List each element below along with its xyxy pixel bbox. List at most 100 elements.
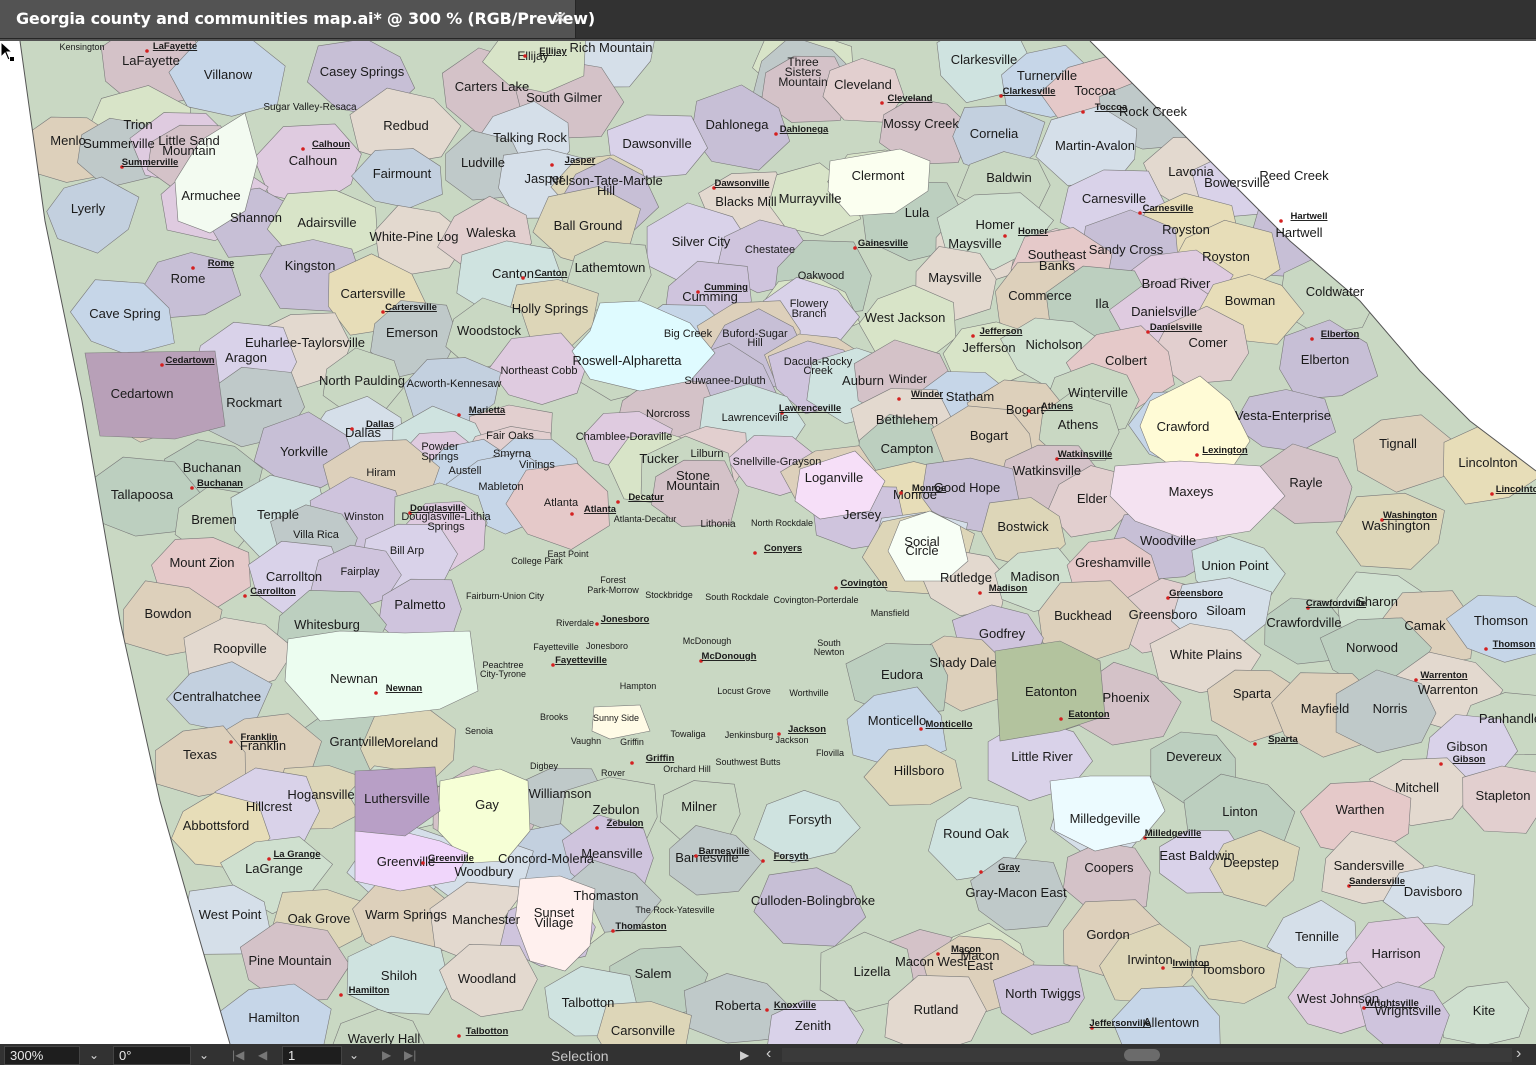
map-label: Buckhead	[1054, 608, 1112, 623]
map-label: Winterville	[1068, 385, 1128, 400]
map-label: Acworth-Kennesaw	[407, 378, 502, 390]
artboard-dropdown-icon[interactable]: ⌄	[343, 1046, 365, 1065]
zoom-field[interactable]: 300%	[4, 1046, 80, 1065]
next-artboard-icon[interactable]: ▶	[382, 1046, 391, 1065]
map-label: Carters Lake	[455, 79, 529, 94]
map-label: Roswell-Alpharetta	[572, 353, 682, 368]
map-label: Baldwin	[986, 170, 1032, 185]
map-label: Atlanta	[544, 497, 579, 509]
zoom-dropdown-icon[interactable]: ⌄	[83, 1046, 105, 1065]
city-label: Gray	[998, 862, 1020, 873]
map-label: Jersey	[843, 507, 882, 522]
city-dot	[145, 49, 149, 53]
map-label: Kensington	[59, 42, 104, 52]
map-label: Mayfield	[1301, 701, 1349, 716]
map-label: Rock Creek	[1119, 104, 1187, 119]
first-artboard-icon[interactable]: |◀	[232, 1046, 244, 1065]
map-label: Jackson	[775, 735, 808, 745]
map-label: White-Pine Log	[370, 229, 459, 244]
map-label: Roberta	[715, 998, 762, 1013]
selection-cursor-icon	[0, 41, 14, 61]
city-dot	[753, 551, 757, 555]
map-label: Jonesboro	[586, 641, 628, 651]
map-label: Vesta-Enterprise	[1235, 408, 1331, 423]
map-label: Aragon	[225, 350, 267, 365]
city-label: Homer	[1018, 226, 1048, 237]
map-label: Royston	[1202, 249, 1250, 264]
scroll-left-icon[interactable]: ‹	[766, 1044, 771, 1063]
map-label: Newnan	[330, 671, 378, 686]
city-dot	[1484, 647, 1488, 651]
city-dot	[616, 500, 620, 504]
map-label: Mansfield	[871, 608, 910, 618]
city-label: Toccoa	[1095, 102, 1128, 113]
city-dot	[1161, 966, 1165, 970]
map-label: Thomaston	[573, 888, 638, 903]
map-label: Senoia	[465, 726, 493, 736]
city-dot	[550, 163, 554, 167]
map-label: Rover	[601, 768, 625, 778]
rotation-field[interactable]: 0°	[113, 1046, 191, 1065]
city-dot	[611, 929, 615, 933]
map-label: Park-Morrow	[587, 585, 639, 595]
map-label: Norris	[1373, 701, 1408, 716]
georgia-map[interactable]: Kensington LaFayette Villanow Casey Springs…	[0, 41, 1536, 1044]
map-label: Southwest Butts	[715, 757, 781, 767]
city-dot	[777, 732, 781, 736]
map-label: Newton	[814, 647, 845, 657]
map-label: Villanow	[204, 67, 253, 82]
map-label: Williamson	[529, 786, 592, 801]
city-dot	[853, 246, 857, 250]
map-label: Culloden-Bolingbroke	[751, 893, 875, 908]
map-label: Hill	[747, 337, 762, 349]
city-dot	[834, 586, 838, 590]
rotation-dropdown-icon[interactable]: ⌄	[193, 1046, 215, 1065]
city-label: Cleveland	[888, 93, 933, 104]
map-label: Orchard Hill	[663, 764, 711, 774]
document-tab[interactable]: Georgia county and communities map.ai* @…	[0, 0, 595, 38]
artboard-canvas[interactable]: Kensington LaFayette Villanow Casey Springs…	[0, 41, 1536, 1044]
map-label: Woodstock	[457, 323, 522, 338]
map-label: Bogart	[970, 428, 1009, 443]
map-label: Sandy Cross	[1089, 242, 1164, 257]
last-artboard-icon[interactable]: ▶|	[404, 1046, 416, 1065]
city-label: Jackson	[788, 724, 826, 735]
previous-artboard-icon[interactable]: ◀	[258, 1046, 267, 1065]
map-label: Ila	[1095, 296, 1110, 311]
city-label: Jonesboro	[601, 614, 650, 625]
city-dot	[523, 54, 527, 58]
map-label: Warthen	[1336, 802, 1385, 817]
map-label: Sugar Valley-Resaca	[263, 102, 357, 113]
map-label: Worthville	[789, 688, 828, 698]
city-label: Sparta	[1268, 734, 1298, 745]
city-label: Thomaston	[615, 921, 666, 932]
map-label: Euharlee-Taylorsville	[245, 335, 365, 350]
map-label: Bowman	[1225, 293, 1276, 308]
map-label: Auburn	[842, 373, 884, 388]
city-dot	[897, 397, 901, 401]
map-label: Springs	[427, 521, 465, 533]
map-label: Union Point	[1201, 558, 1269, 573]
map-label: Bogart	[1006, 402, 1045, 417]
map-label: Chamblee-Doraville	[576, 431, 673, 443]
map-label: Locust Grove	[717, 686, 771, 696]
map-label: Elberton	[1301, 352, 1349, 367]
map-label: Bremen	[191, 512, 237, 527]
close-tab-icon[interactable]: ✕	[551, 8, 569, 29]
city-dot	[1253, 742, 1257, 746]
map-label: Coldwater	[1306, 284, 1365, 299]
city-label: Jefferson	[980, 326, 1023, 337]
city-dot	[457, 413, 461, 417]
city-label: Fayetteville	[555, 655, 607, 666]
map-label: Salem	[635, 966, 672, 981]
horizontal-scrollbar-thumb[interactable]	[1124, 1049, 1160, 1061]
city-dot	[1414, 678, 1418, 682]
map-label: Oak Grove	[288, 911, 351, 926]
city-label: Jasper	[565, 155, 596, 166]
city-label: Dawsonville	[715, 178, 770, 189]
artboard-number-field[interactable]: 1	[282, 1046, 342, 1065]
scroll-right-icon[interactable]: ›	[1516, 1044, 1521, 1063]
map-label: Waverly Hall	[348, 1031, 421, 1044]
map-label: Woodland	[458, 971, 516, 986]
status-menu-play-icon[interactable]: ▶	[740, 1046, 749, 1065]
